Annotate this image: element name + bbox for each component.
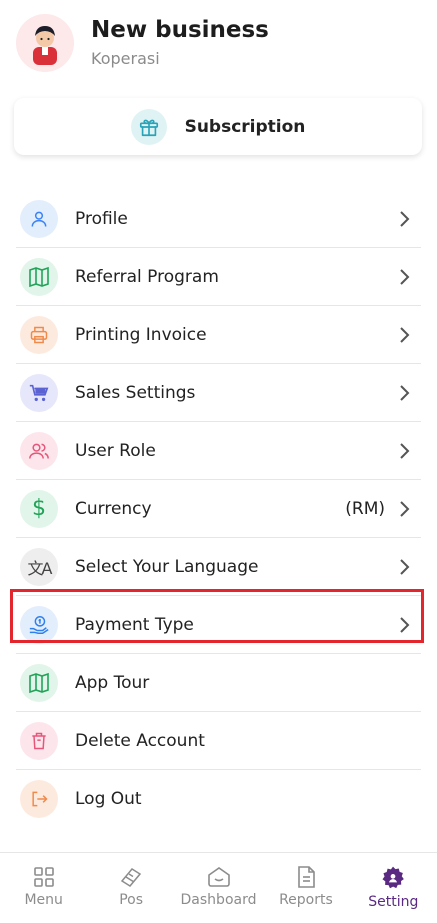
- menu-item-app-tour[interactable]: App Tour: [16, 654, 421, 712]
- currency-value: (RM): [345, 498, 385, 519]
- card-terminal-icon: [120, 868, 142, 887]
- translate-icon: 文A: [20, 547, 58, 586]
- menu-item-label: Delete Account: [75, 730, 205, 751]
- menu-item-select-language[interactable]: 文A Select Your Language: [16, 538, 421, 596]
- menu-item-user-role[interactable]: User Role: [16, 422, 421, 480]
- menu-item-log-out[interactable]: Log Out: [16, 770, 421, 827]
- user-icon: [20, 199, 58, 238]
- menu-item-label: Select Your Language: [75, 556, 259, 577]
- tab-label: Menu: [24, 892, 63, 908]
- home-icon: [207, 867, 230, 887]
- subscription-label: Subscription: [184, 116, 306, 137]
- trash-icon: [20, 721, 58, 760]
- chevron-right-icon: [399, 209, 413, 229]
- chevron-right-icon: [399, 383, 413, 403]
- chevron-right-icon: [399, 267, 413, 287]
- menu-item-currency[interactable]: $ Currency (RM): [16, 480, 421, 538]
- menu-item-label: User Role: [75, 440, 156, 461]
- document-icon: [298, 866, 315, 888]
- dollar-icon: $: [20, 489, 58, 528]
- menu-item-label: Printing Invoice: [75, 324, 207, 345]
- cart-icon: [20, 373, 58, 412]
- menu-item-profile[interactable]: Profile: [16, 190, 421, 248]
- gear-icon: [382, 866, 405, 889]
- gift-icon: [130, 108, 167, 145]
- tab-reports[interactable]: Reports: [262, 853, 349, 923]
- tab-menu[interactable]: Menu: [0, 853, 87, 923]
- tab-setting[interactable]: Setting: [350, 853, 437, 923]
- menu-item-printing-invoice[interactable]: Printing Invoice: [16, 306, 421, 364]
- tab-label: Pos: [119, 892, 144, 908]
- business-header: New business Koperasi: [16, 14, 421, 74]
- chevron-right-icon: [399, 499, 413, 519]
- tab-label: Setting: [368, 894, 419, 910]
- grid-icon: [33, 867, 54, 887]
- business-type: Koperasi: [91, 49, 160, 68]
- menu-item-label: Referral Program: [75, 266, 219, 287]
- tab-label: Reports: [279, 892, 333, 908]
- payment-type-highlight-box: [10, 589, 424, 643]
- printer-icon: [20, 315, 58, 354]
- menu-item-label: Profile: [75, 208, 128, 229]
- menu-item-referral-program[interactable]: Referral Program: [16, 248, 421, 306]
- business-name: New business: [91, 17, 269, 43]
- menu-item-label: Sales Settings: [75, 382, 196, 403]
- tab-pos[interactable]: Pos: [87, 853, 174, 923]
- menu-item-sales-settings[interactable]: Sales Settings: [16, 364, 421, 422]
- logout-icon: [20, 779, 58, 818]
- bottom-tab-bar: Menu Pos Dashboard Reports Setting: [0, 852, 437, 923]
- menu-item-label: Currency: [75, 498, 152, 519]
- settings-menu: Profile Referral Program Printing Invoic…: [16, 190, 421, 827]
- menu-item-delete-account[interactable]: Delete Account: [16, 712, 421, 770]
- tab-dashboard[interactable]: Dashboard: [175, 853, 262, 923]
- chevron-right-icon: [399, 557, 413, 577]
- subscription-card[interactable]: Subscription: [14, 98, 422, 155]
- menu-item-label: Log Out: [75, 788, 142, 809]
- tab-label: Dashboard: [180, 892, 257, 908]
- map-icon: [20, 257, 58, 296]
- avatar[interactable]: [16, 14, 74, 72]
- menu-item-label: App Tour: [75, 672, 150, 693]
- chevron-right-icon: [399, 325, 413, 345]
- users-icon: [20, 431, 58, 470]
- chevron-right-icon: [399, 441, 413, 461]
- map-icon: [20, 663, 58, 702]
